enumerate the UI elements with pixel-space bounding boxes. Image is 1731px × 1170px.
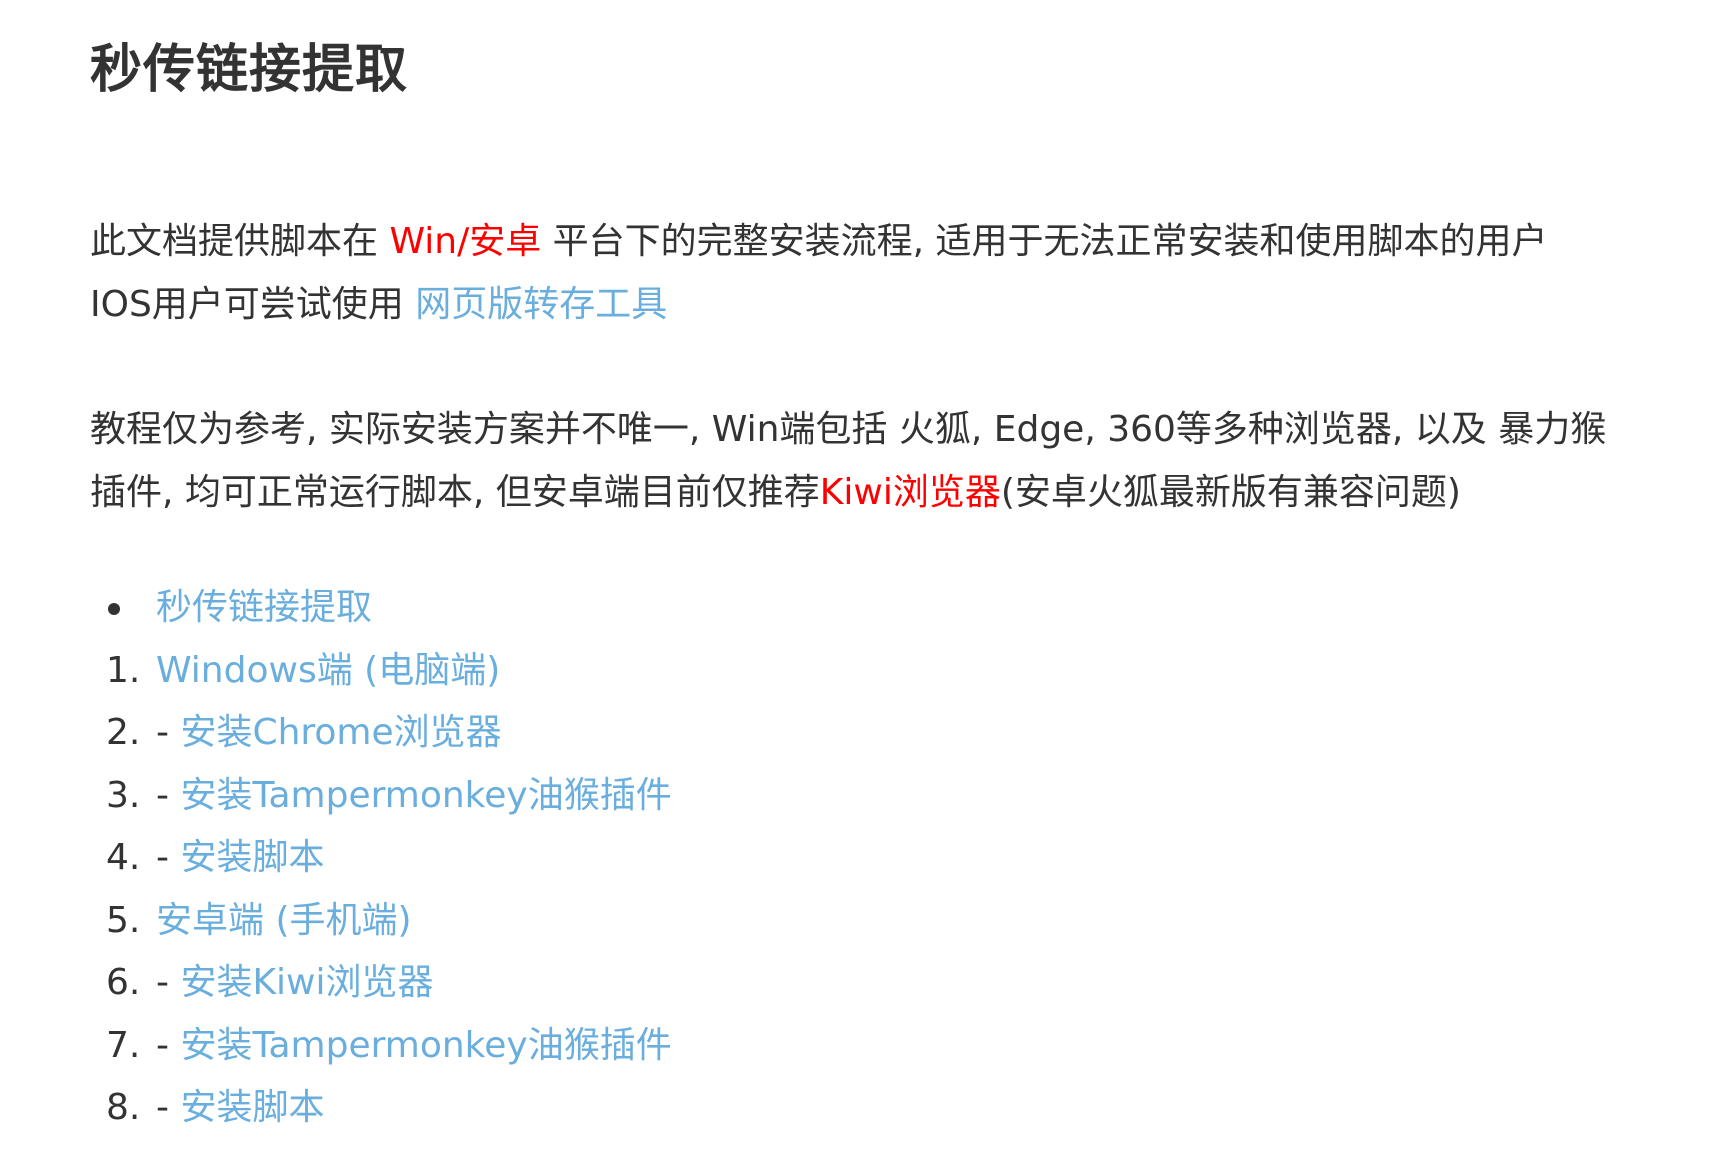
page-title: 秒传链接提取 — [90, 40, 409, 100]
web-transfer-tool-link[interactable]: 网页版转存工具 — [415, 284, 667, 325]
intro-paragraph: 此文档提供脚本在 Win/安卓 平台下的完整安装流程, 适用于无法正常安装和使用… — [90, 210, 1690, 336]
bullet-icon — [108, 603, 120, 615]
toc-number: 3. — [106, 774, 141, 816]
toc-item: 5. 安卓端 (手机端) — [90, 890, 1690, 953]
toc-item: 2. - 安装Chrome浏览器 — [90, 702, 1690, 765]
toc-item: 4. - 安装脚本 — [90, 827, 1690, 890]
notice-paragraph: 教程仅为参考, 实际安装方案并不唯一, Win端包括 火狐, Edge, 360… — [90, 398, 1690, 524]
toc-item: 8. - 安装脚本 — [90, 1077, 1690, 1140]
notice-line1: 教程仅为参考, 实际安装方案并不唯一, Win端包括 火狐, Edge, 360… — [90, 409, 1607, 450]
toc-link-install-tampermonkey-android[interactable]: 安装Tampermonkey油猴插件 — [180, 1025, 671, 1066]
toc-item: 3. - 安装Tampermonkey油猴插件 — [90, 765, 1690, 828]
table-of-contents: 秒传链接提取 1. Windows端 (电脑端) 2. - 安装Chrome浏览… — [90, 577, 1690, 1140]
toc-number: 6. — [106, 962, 141, 1003]
toc-link-windows[interactable]: Windows端 (电脑端) — [156, 650, 500, 691]
toc-dash: - — [156, 774, 181, 816]
toc-number: 5. — [106, 899, 141, 941]
platform-highlight: Win/安卓 — [389, 221, 542, 262]
kiwi-highlight: Kiwi浏览器 — [819, 472, 1001, 513]
toc-number: 8. — [106, 1087, 141, 1128]
toc-dash: - — [156, 712, 181, 753]
toc-number: 4. — [106, 837, 141, 878]
toc-link-install-script-win[interactable]: 安装脚本 — [180, 837, 324, 878]
toc-item: 7. - 安装Tampermonkey油猴插件 — [90, 1015, 1690, 1078]
toc-link-install-script-android[interactable]: 安装脚本 — [180, 1087, 324, 1128]
toc-dash: - — [156, 962, 181, 1003]
toc-item-title: 秒传链接提取 — [90, 577, 1690, 640]
intro-line1-suffix: 平台下的完整安装流程, 适用于无法正常安装和使用脚本的用户 — [541, 221, 1548, 262]
toc-link-install-chrome[interactable]: 安装Chrome浏览器 — [180, 712, 501, 753]
toc-dash: - — [156, 1087, 181, 1128]
toc-number: 7. — [106, 1024, 141, 1066]
toc-dash: - — [156, 1024, 181, 1066]
toc-item: 6. - 安装Kiwi浏览器 — [90, 952, 1690, 1015]
intro-line1-prefix: 此文档提供脚本在 — [90, 221, 390, 262]
document-page: 秒传链接提取 此文档提供脚本在 Win/安卓 平台下的完整安装流程, 适用于无法… — [90, 28, 1690, 1140]
toc-number: 1. — [106, 649, 141, 691]
toc-link-android[interactable]: 安卓端 (手机端) — [156, 900, 412, 941]
notice-line2-prefix: 插件, 均可正常运行脚本, 但安卓端目前仅推荐 — [90, 472, 820, 513]
toc-number: 2. — [106, 712, 141, 753]
toc-dash: - — [156, 837, 181, 878]
toc-link-install-tampermonkey-win[interactable]: 安装Tampermonkey油猴插件 — [180, 775, 671, 816]
notice-line2-suffix: (安卓火狐最新版有兼容问题) — [1000, 472, 1461, 513]
toc-item: 1. Windows端 (电脑端) — [90, 640, 1690, 703]
intro-line2-prefix: IOS用户可尝试使用 — [90, 284, 416, 325]
toc-link-title[interactable]: 秒传链接提取 — [156, 577, 372, 640]
toc-link-install-kiwi[interactable]: 安装Kiwi浏览器 — [180, 962, 433, 1003]
